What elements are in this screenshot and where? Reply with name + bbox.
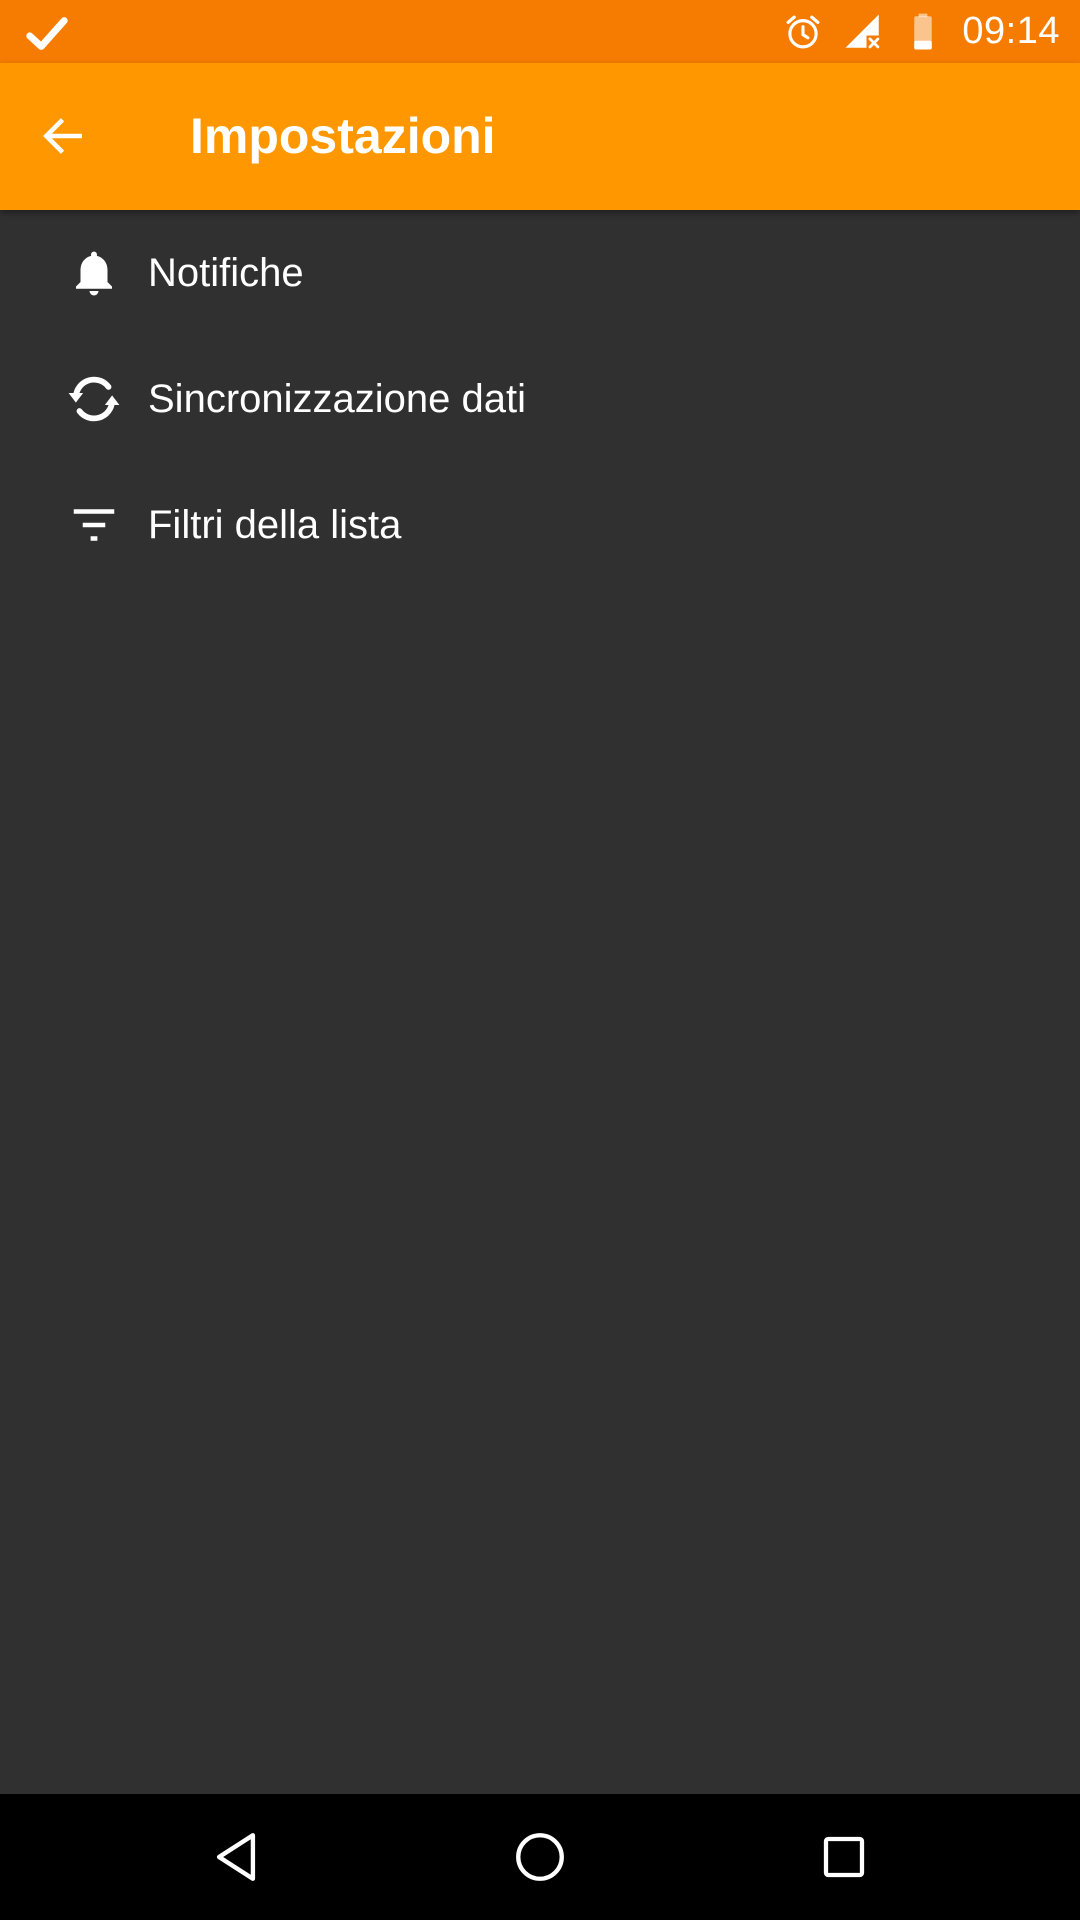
navigation-bar [0, 1794, 1080, 1920]
battery-low-icon [914, 13, 933, 49]
app-bar: Impostazioni [0, 63, 1080, 210]
check-icon [26, 17, 68, 50]
menu-item-label: Filtri della lista [148, 502, 402, 547]
status-time: 09:14 [962, 10, 1060, 52]
status-icons: 09:14 [782, 0, 1060, 63]
sync-icon [62, 367, 126, 431]
nav-back-button[interactable] [201, 1822, 271, 1892]
menu-item-filtri-della-lista[interactable]: Filtri della lista [0, 462, 1080, 588]
back-triangle-icon [216, 1833, 256, 1881]
arrow-back-icon [43, 118, 82, 154]
menu-item-label: Notifiche [148, 250, 304, 295]
back-button[interactable] [30, 103, 96, 169]
page-title: Impostazioni [190, 108, 496, 164]
settings-list: Notifiche Sincronizzazione dati Filtri d… [0, 210, 1080, 588]
filter-icon [62, 493, 126, 557]
nav-home-button[interactable] [505, 1822, 575, 1892]
menu-item-notifiche[interactable]: Notifiche [0, 210, 1080, 336]
settings-screen: 09:14 Impostazioni Notifiche Sincronizza… [0, 0, 1080, 1920]
menu-item-label: Sincronizzazione dati [148, 376, 526, 421]
recents-square-icon [823, 1836, 865, 1878]
menu-item-sincronizzazione-dati[interactable]: Sincronizzazione dati [0, 336, 1080, 462]
signal-off-icon [845, 14, 880, 48]
bell-icon [62, 241, 126, 305]
status-bar: 09:14 [0, 0, 1080, 63]
alarm-icon [786, 15, 820, 48]
nav-recents-button[interactable] [809, 1822, 879, 1892]
home-circle-icon [516, 1833, 564, 1881]
